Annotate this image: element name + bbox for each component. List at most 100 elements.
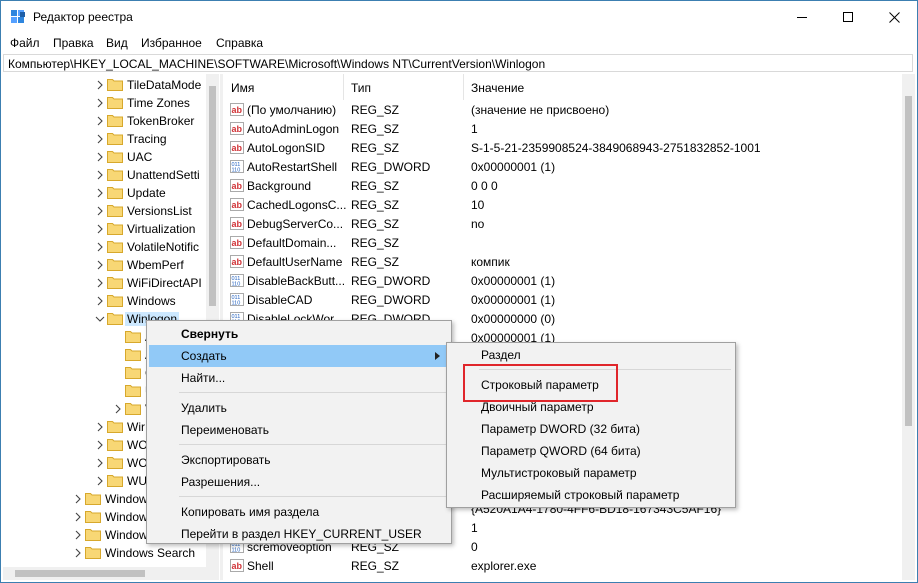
chevron-right-icon[interactable] xyxy=(95,170,105,180)
chevron-right-icon[interactable] xyxy=(95,422,105,432)
menu-edit[interactable]: Правка xyxy=(53,36,94,50)
menu-item[interactable]: Найти... xyxy=(149,367,449,389)
table-row[interactable]: ab (По умолчанию) REG_SZ (значение не присв… xyxy=(223,100,903,119)
menu-item[interactable]: Удалить xyxy=(149,397,449,419)
menu-file[interactable]: Файл xyxy=(10,36,40,50)
chevron-right-icon[interactable] xyxy=(113,404,123,414)
title-bar[interactable]: Редактор реестра xyxy=(1,1,917,33)
svg-text:ab: ab xyxy=(232,257,243,267)
maximize-button[interactable] xyxy=(825,1,871,33)
chevron-right-icon[interactable] xyxy=(73,512,83,522)
close-button[interactable] xyxy=(871,1,917,33)
menu-item[interactable]: Копировать имя раздела xyxy=(149,501,449,523)
folder-icon xyxy=(107,475,123,487)
tree-item[interactable]: WiFiDirectAPI xyxy=(3,274,219,292)
table-row[interactable]: ab AutoLogonSID REG_SZ S-1-5-21-2359908524-… xyxy=(223,138,903,157)
value-type: REG_SZ xyxy=(351,141,400,155)
tree-item[interactable]: Virtualization xyxy=(3,220,219,238)
column-value[interactable]: Значение xyxy=(471,81,524,95)
address-path: Компьютер\HKEY_LOCAL_MACHINE\SOFTWARE\Mi… xyxy=(8,57,546,71)
tree-item[interactable]: TokenBroker xyxy=(3,112,219,130)
folder-icon xyxy=(107,169,123,181)
chevron-right-icon[interactable] xyxy=(73,548,83,558)
tree-item[interactable]: UnattendSetti xyxy=(3,166,219,184)
folder-icon xyxy=(125,349,141,361)
chevron-right-icon[interactable] xyxy=(95,134,105,144)
menu-item[interactable]: Раздел xyxy=(449,344,733,366)
chevron-down-icon[interactable] xyxy=(95,314,105,324)
folder-icon xyxy=(85,529,101,541)
chevron-right-icon[interactable] xyxy=(73,494,83,504)
menu-item-label: Параметр DWORD (32 бита) xyxy=(481,422,640,436)
menu-item[interactable]: Разрешения... xyxy=(149,471,449,493)
table-row[interactable]: ab Shell REG_SZ explorer.exe xyxy=(223,556,903,575)
tree-item[interactable]: Tracing xyxy=(3,130,219,148)
table-row[interactable]: ab AutoAdminLogon REG_SZ 1 xyxy=(223,119,903,138)
chevron-right-icon[interactable] xyxy=(95,242,105,252)
tree-item[interactable]: VolatileNotific xyxy=(3,238,219,256)
value-name: DefaultUserName xyxy=(247,255,343,269)
table-row[interactable]: 011 110 AutoRestartShell REG_DWORD 0x0000000… xyxy=(223,157,903,176)
tree-item[interactable]: WbemPerf xyxy=(3,256,219,274)
tree-scroll-thumb[interactable] xyxy=(209,86,216,306)
table-row[interactable]: ab DefaultUserName REG_SZ компик xyxy=(223,252,903,271)
chevron-right-icon[interactable] xyxy=(95,152,105,162)
menu-item[interactable]: Расширяемый строковый параметр xyxy=(449,484,733,506)
chevron-right-icon[interactable] xyxy=(95,296,105,306)
chevron-right-icon[interactable] xyxy=(95,476,105,486)
chevron-right-icon[interactable] xyxy=(95,224,105,234)
menu-item[interactable]: Экспортировать xyxy=(149,449,449,471)
menu-item[interactable]: Свернуть xyxy=(149,323,449,345)
menu-item-label: Переименовать xyxy=(181,423,269,437)
column-separator[interactable] xyxy=(343,74,344,100)
menu-item[interactable]: Параметр QWORD (64 бита) xyxy=(449,440,733,462)
menu-item[interactable]: Параметр DWORD (32 бита) xyxy=(449,418,733,440)
menu-view[interactable]: Вид xyxy=(106,36,128,50)
list-scroll-thumb[interactable] xyxy=(905,96,912,426)
tree-hscroll-thumb[interactable] xyxy=(15,570,145,577)
column-name[interactable]: Имя xyxy=(231,81,254,95)
menu-help[interactable]: Справка xyxy=(216,36,263,50)
tree-item[interactable]: UAC xyxy=(3,148,219,166)
tree-item[interactable]: Time Zones xyxy=(3,94,219,112)
tree-item[interactable]: TileDataMode xyxy=(3,76,219,94)
menu-item[interactable]: Переименовать xyxy=(149,419,449,441)
chevron-right-icon[interactable] xyxy=(95,206,105,216)
table-row[interactable]: 011 110 DisableBackButt... REG_DWORD 0x00000… xyxy=(223,271,903,290)
folder-icon xyxy=(107,223,123,235)
chevron-right-icon[interactable] xyxy=(95,188,105,198)
chevron-right-icon[interactable] xyxy=(95,260,105,270)
menu-item[interactable]: Перейти в раздел HKEY_CURRENT_USER xyxy=(149,523,449,545)
table-row[interactable]: ab CachedLogonsC... REG_SZ 10 xyxy=(223,195,903,214)
list-vertical-scrollbar[interactable] xyxy=(902,74,915,580)
menu-favorites[interactable]: Избранное xyxy=(141,36,202,50)
tree-item[interactable]: Update xyxy=(3,184,219,202)
chevron-right-icon[interactable] xyxy=(73,530,83,540)
value-data: 0x00000001 (1) xyxy=(471,160,556,174)
tree-item-label: Wir xyxy=(127,420,145,434)
string-value-icon: ab xyxy=(230,217,244,230)
tree-item[interactable]: VersionsList xyxy=(3,202,219,220)
chevron-right-icon[interactable] xyxy=(95,98,105,108)
column-type[interactable]: Тип xyxy=(351,81,371,95)
table-row[interactable]: ab DefaultDomain... REG_SZ xyxy=(223,233,903,252)
menu-item[interactable]: Мультистроковый параметр xyxy=(449,462,733,484)
table-row[interactable]: ab Background REG_SZ 0 0 0 xyxy=(223,176,903,195)
menu-item-label: Свернуть xyxy=(181,327,239,341)
string-value-icon: ab xyxy=(230,103,244,116)
tree-item[interactable]: Windows xyxy=(3,292,219,310)
chevron-right-icon[interactable] xyxy=(95,278,105,288)
tree-item[interactable]: Windows Search xyxy=(3,544,219,562)
table-row[interactable]: ab DebugServerCo... REG_SZ no xyxy=(223,214,903,233)
column-separator[interactable] xyxy=(463,74,464,100)
chevron-right-icon[interactable] xyxy=(95,116,105,126)
address-bar[interactable]: Компьютер\HKEY_LOCAL_MACHINE\SOFTWARE\Mi… xyxy=(3,54,913,72)
chevron-right-icon[interactable] xyxy=(95,458,105,468)
minimize-button[interactable] xyxy=(779,1,825,33)
chevron-right-icon[interactable] xyxy=(95,80,105,90)
chevron-right-icon[interactable] xyxy=(95,440,105,450)
tree-item-label: TokenBroker xyxy=(127,114,195,128)
menu-item[interactable]: Создать xyxy=(149,345,449,367)
table-row[interactable]: 011 110 DisableCAD REG_DWORD 0x00000001 (1) xyxy=(223,290,903,309)
tree-horizontal-scrollbar[interactable] xyxy=(3,567,219,580)
